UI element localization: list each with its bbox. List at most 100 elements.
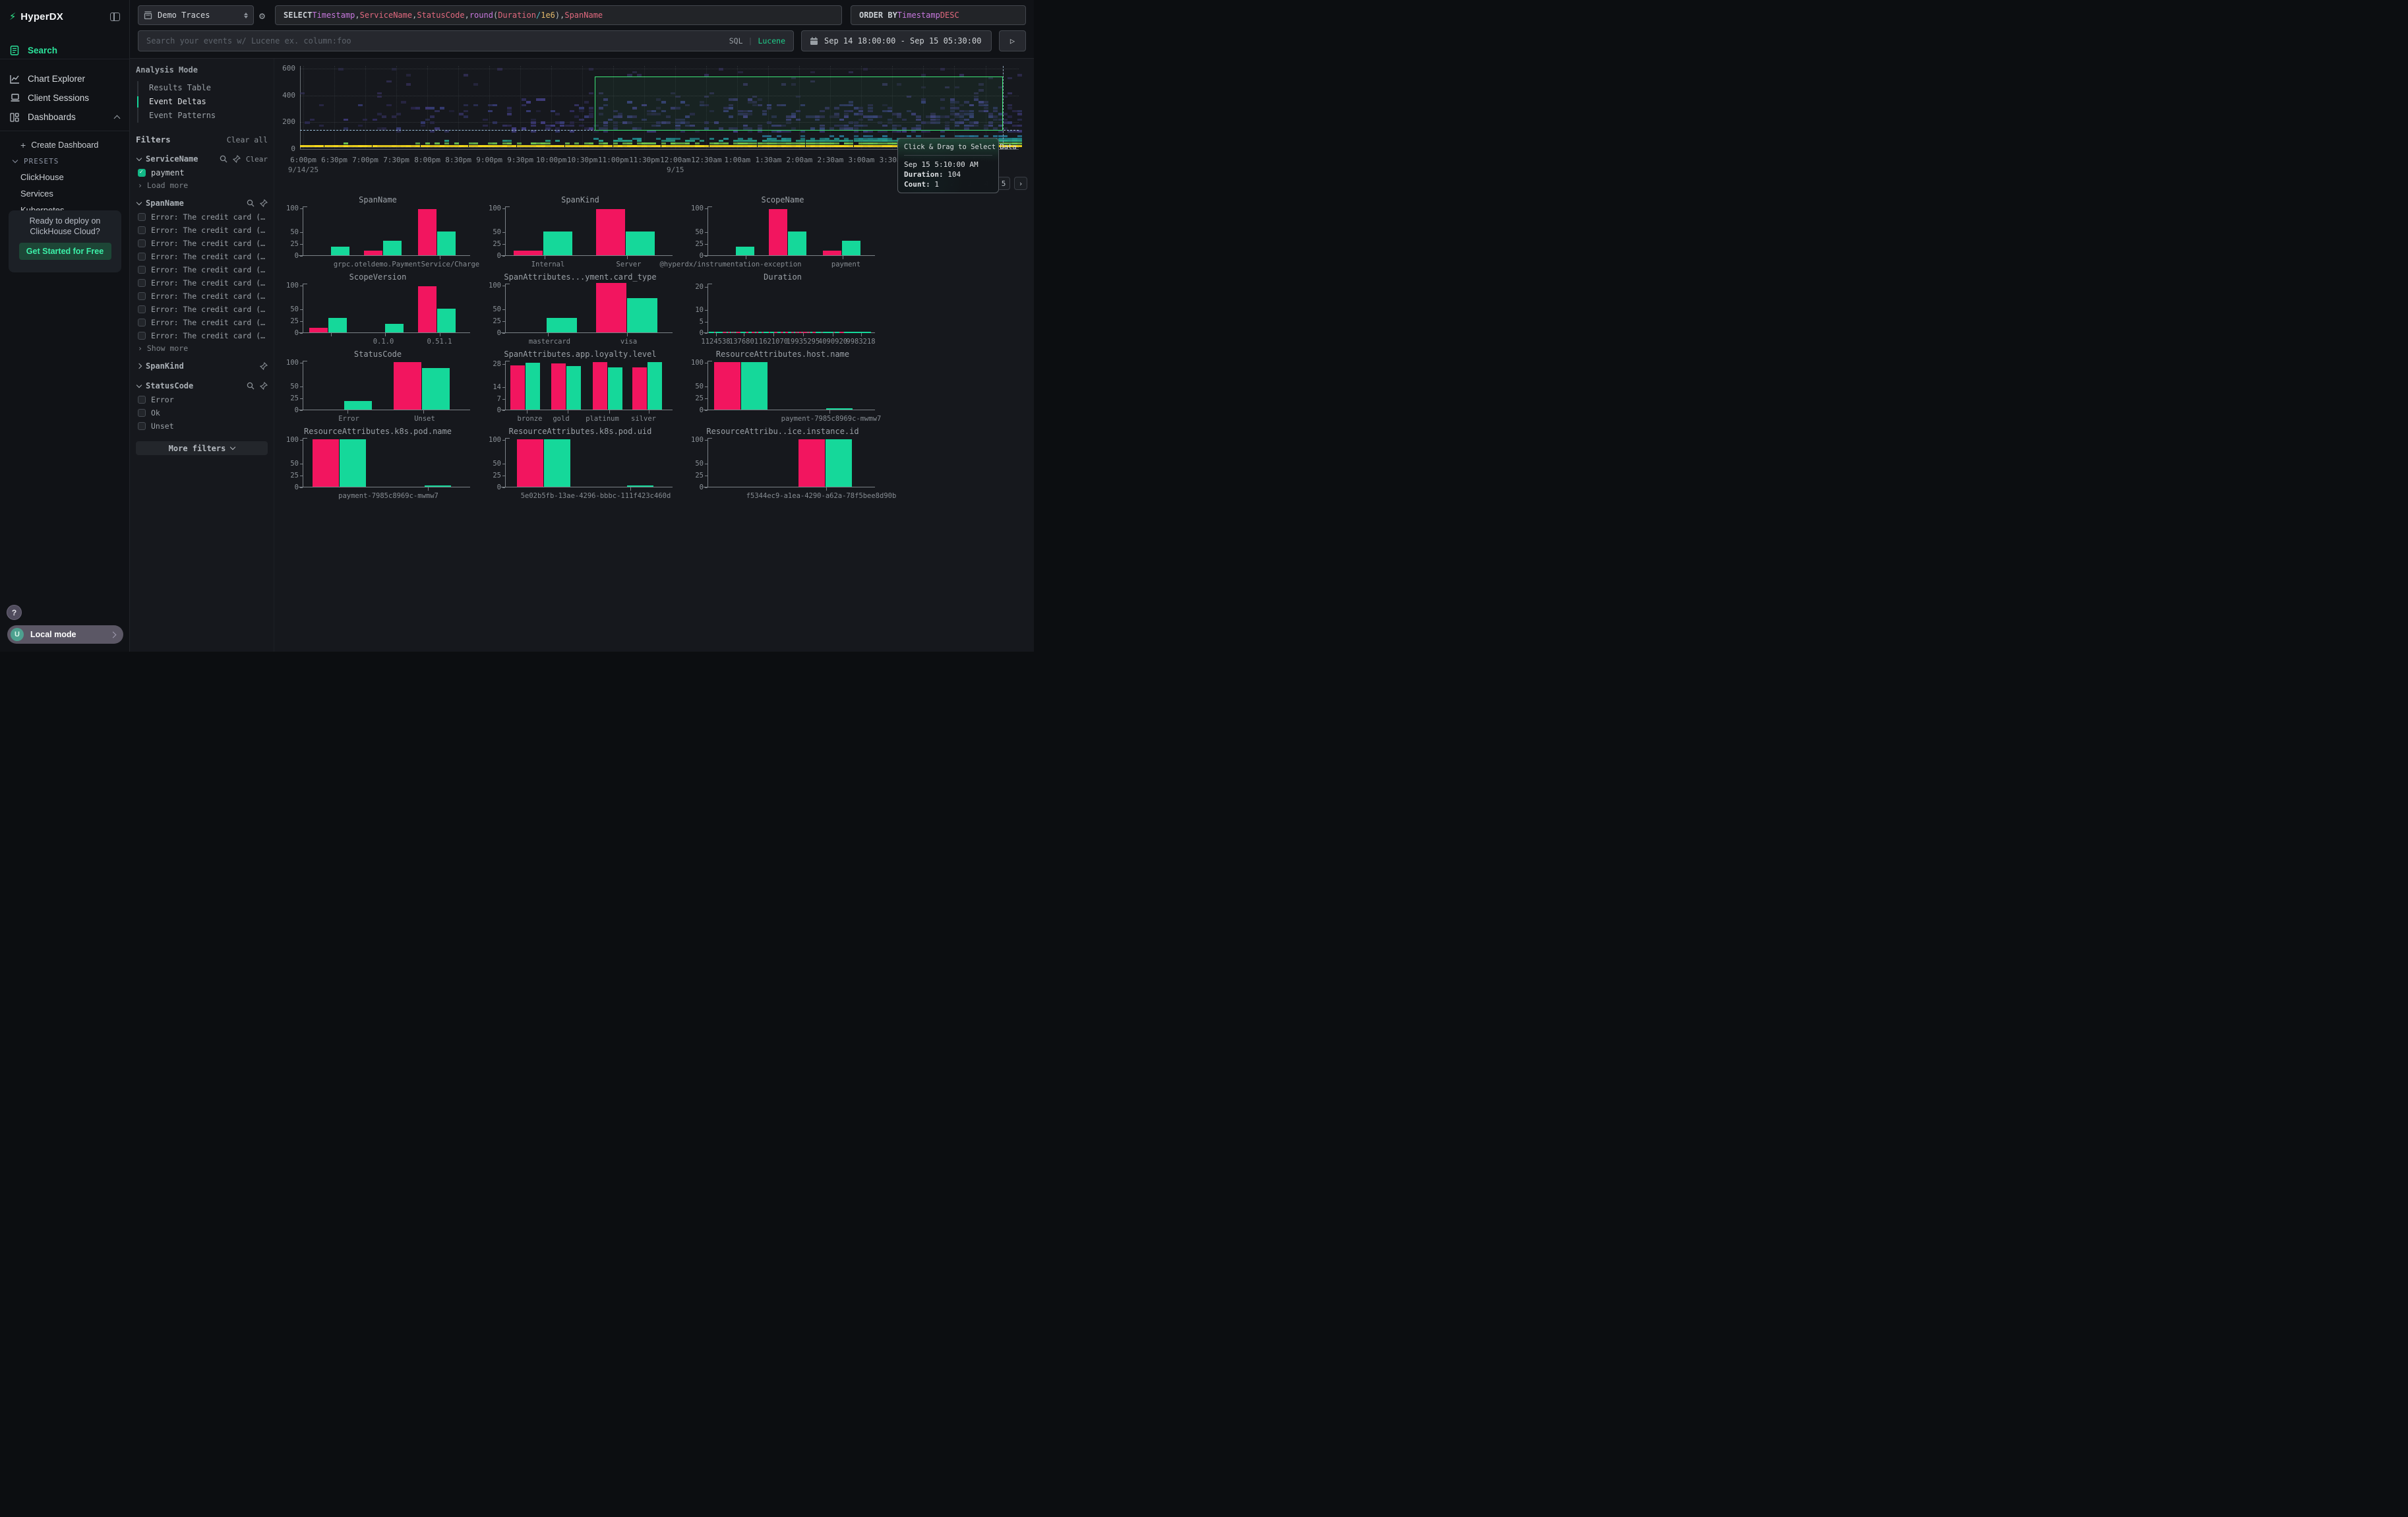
heatmap-cell	[440, 145, 444, 147]
chart-x-tick-label: 0.1.0	[373, 338, 394, 346]
sidebar-collapse-icon[interactable]	[110, 13, 120, 21]
heatmap-cell	[834, 142, 839, 144]
chart-duration: Duration05102011245381376801162107019935…	[685, 272, 880, 346]
heatmap-cell	[507, 145, 512, 147]
heatmap-cell	[386, 145, 391, 147]
heatmap-cell	[777, 145, 781, 147]
query-token: StatusCode	[417, 11, 464, 20]
heatmap-cell	[464, 74, 468, 76]
heatmap-cell	[671, 145, 675, 147]
create-dashboard-button[interactable]: + Create Dashboard	[0, 137, 129, 153]
heatmap-cell	[348, 145, 353, 147]
local-mode-button[interactable]: U Local mode	[7, 625, 123, 644]
heatmap-cell	[584, 145, 589, 147]
select-query-input[interactable]: SELECT Timestamp, ServiceName, StatusCod…	[275, 5, 842, 25]
heatmap-cell	[589, 142, 593, 144]
heatmap-cell	[593, 130, 598, 133]
help-button[interactable]: ?	[7, 605, 22, 620]
sidebar-item-chart-explorer[interactable]: Chart Explorer	[0, 69, 129, 88]
heatmap-cell	[839, 140, 844, 142]
heatmap-cell	[637, 138, 642, 140]
search-input[interactable]	[146, 36, 729, 46]
sql-mode-button[interactable]: SQL	[729, 36, 743, 46]
heatmap-cell	[493, 142, 497, 144]
date-range-picker[interactable]: Sep 14 18:00:00 - Sep 15 05:30:00	[801, 30, 992, 51]
heatmap-cell	[781, 145, 786, 147]
heatmap-cell	[777, 130, 781, 133]
run-query-button[interactable]: ▷	[999, 30, 1026, 51]
heatmap-cell	[493, 121, 497, 124]
presets-group[interactable]: PRESETS	[0, 153, 129, 169]
query-token: ORDER BY	[859, 11, 897, 20]
chart-y-tick	[705, 440, 707, 441]
heatmap-cell	[829, 135, 834, 137]
heatmap-cell	[839, 145, 844, 147]
chart-y-tick-label: 10	[686, 306, 704, 314]
chart-resourceattributes-k8s-pod-name: ResourceAttributes.k8s.pod.name02550100p…	[280, 427, 475, 501]
bar-red	[510, 365, 525, 410]
query-token: ,	[465, 11, 469, 20]
chart-x-axis	[704, 255, 875, 256]
sidebar-item-clickhouse[interactable]: ClickHouse	[0, 169, 129, 185]
bar-green	[626, 232, 655, 255]
heatmap-cell	[733, 142, 738, 144]
sidebar-item-client-sessions[interactable]: Client Sessions	[0, 88, 129, 108]
heatmap-cell	[888, 140, 892, 142]
divider: |	[748, 36, 753, 46]
heatmap-cell	[800, 135, 805, 137]
bar-green	[543, 232, 572, 255]
sidebar-item-label: Dashboards	[28, 112, 76, 122]
heatmap-cell	[377, 92, 382, 94]
tooltip-duration-value: 104	[948, 170, 961, 179]
chart-scopeversion: ScopeVersion025501000.1.00.51.1	[280, 272, 475, 346]
heatmap-cell	[632, 138, 637, 140]
heatmap-x-tick-label: 11:30pm	[629, 156, 659, 164]
get-started-button[interactable]: Get Started for Free	[19, 243, 111, 260]
bar-green	[627, 298, 657, 332]
heatmap-cell	[507, 113, 512, 115]
heatmap-cell	[545, 145, 550, 147]
heatmap-cell	[940, 130, 945, 133]
chart-x-tick-label: Internal	[531, 261, 565, 268]
heatmap-cell	[878, 145, 882, 147]
sidebar-item-services[interactable]: Services	[0, 185, 129, 202]
chart-y-tick-label: 0	[282, 329, 299, 337]
bar-green	[385, 324, 404, 332]
pagination-page-button[interactable]: 5	[997, 177, 1010, 190]
heatmap-cell	[955, 135, 959, 137]
heatmap-cell	[1008, 92, 1012, 94]
heatmap-cell	[517, 142, 522, 144]
heatmap-cell	[829, 140, 834, 142]
lucene-mode-button[interactable]: Lucene	[758, 36, 785, 46]
heatmap-cell	[589, 115, 593, 118]
heatmap-cell	[497, 145, 502, 147]
heatmap-y-tick-label: 200	[277, 117, 295, 126]
heatmap-cell	[1008, 130, 1012, 133]
order-by-input[interactable]: ORDER BY Timestamp DESC	[851, 5, 1026, 25]
chart-x-axis	[501, 255, 673, 256]
search-bar: SQL | Lucene	[138, 30, 794, 51]
sidebar-item-search[interactable]: Search	[0, 41, 129, 60]
heatmap-cell	[671, 138, 675, 140]
heatmap-cell	[998, 138, 1003, 140]
heatmap-cell	[806, 145, 810, 147]
chart-y-tick-label: 25	[686, 394, 704, 402]
sidebar-item-dashboards[interactable]: Dashboards	[0, 108, 129, 127]
heatmap-cell	[810, 142, 815, 144]
heatmap-cell	[435, 142, 439, 144]
heatmap-cell	[526, 110, 531, 113]
heatmap-cell	[570, 121, 574, 124]
chart-y-tick-label: 50	[686, 460, 704, 468]
heatmap-cell	[560, 125, 564, 127]
bar-red	[313, 439, 339, 487]
heatmap-cell	[421, 121, 425, 124]
source-select[interactable]: Demo Traces	[138, 5, 254, 25]
heatmap-cell	[574, 142, 579, 144]
heatmap-cell	[820, 140, 824, 142]
heatmap-cell	[666, 145, 671, 147]
chart-plot: 02550100f5344ec9-a1ea-4290-a62a-78f5bee8…	[707, 438, 872, 487]
pagination-next-button[interactable]: ›	[1014, 177, 1027, 190]
heatmap-cell	[800, 140, 805, 142]
tooltip-header: Click & Drag to Select Data	[904, 143, 992, 151]
gear-icon[interactable]: ⚙	[259, 10, 265, 22]
